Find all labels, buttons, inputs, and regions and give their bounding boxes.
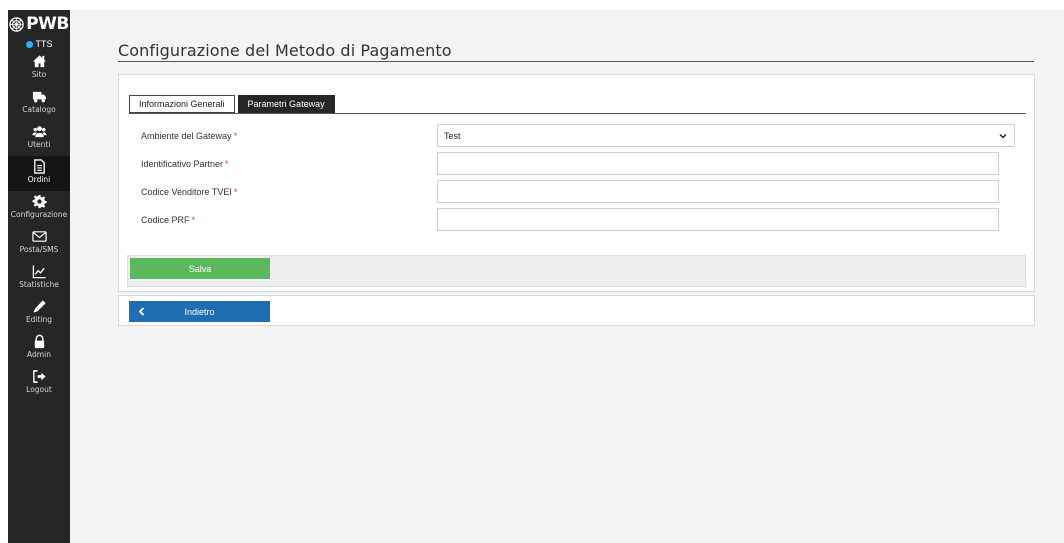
form-actions-bar: Salva: [127, 255, 1026, 287]
users-icon: [31, 126, 47, 138]
field-label: Codice Venditore TVEI: [141, 187, 232, 197]
title-divider: [118, 61, 1034, 62]
pencil-icon: [32, 300, 46, 313]
required-marker: *: [233, 131, 238, 141]
gateway-settings-panel: Informazioni Generali Parametri Gateway …: [118, 74, 1035, 292]
envelope-icon: [31, 231, 47, 242]
brand-logo[interactable]: PWB: [8, 12, 70, 36]
sidebar-item-label: Logout: [26, 385, 52, 394]
sidebar-item-label: Posta/SMS: [19, 245, 59, 254]
logo-emblem-icon: [9, 16, 24, 32]
codice-prf-input[interactable]: [437, 208, 999, 231]
document-icon: [33, 159, 45, 174]
navigation-panel: Indietro: [118, 295, 1035, 326]
page-title: Configurazione del Metodo di Pagamento: [118, 41, 452, 60]
required-marker: *: [233, 187, 238, 197]
sidebar-item-configurazione[interactable]: Configurazione: [8, 191, 70, 226]
site-status[interactable]: TTS: [8, 37, 70, 51]
logout-icon: [32, 370, 46, 383]
save-button[interactable]: Salva: [130, 258, 270, 279]
form-label-identificativo-partner: Identificativo Partner *: [141, 153, 229, 175]
sidebar-item-label: Statistiche: [19, 280, 59, 289]
truck-icon: [32, 91, 46, 103]
main-content: Configurazione del Metodo di Pagamento I…: [70, 10, 1064, 543]
sidebar-item-sito[interactable]: Sito: [8, 51, 70, 86]
lock-icon: [34, 334, 44, 349]
brand-name: PWB: [26, 14, 69, 34]
sidebar-item-catalogo[interactable]: Catalogo: [8, 86, 70, 121]
sidebar-item-label: Sito: [31, 70, 47, 79]
sidebar-item-label: Configurazione: [10, 210, 68, 219]
tab-bar: Informazioni Generali Parametri Gateway: [129, 95, 338, 113]
back-button-label: Indietro: [184, 306, 215, 317]
gear-icon: [31, 194, 47, 209]
required-marker: *: [191, 215, 196, 225]
back-button[interactable]: Indietro: [129, 301, 270, 322]
sidebar-item-logout[interactable]: Logout: [8, 366, 70, 401]
site-status-label: TTS: [35, 39, 53, 49]
codice-venditore-tvei-input[interactable]: [437, 180, 999, 203]
sidebar-item-ordini[interactable]: Ordini: [8, 156, 70, 191]
chevron-down-icon: [999, 133, 1007, 139]
field-label: Identificativo Partner: [141, 159, 224, 169]
sidebar-item-admin[interactable]: Admin: [8, 331, 70, 366]
form-label-codice-venditore-tvei: Codice Venditore TVEI *: [141, 181, 237, 203]
sidebar-item-editing[interactable]: Editing: [8, 296, 70, 331]
field-label: Ambiente del Gateway: [141, 131, 232, 141]
sidebar-item-utenti[interactable]: Utenti: [8, 121, 70, 156]
home-icon: [32, 55, 46, 68]
chart-icon: [32, 265, 46, 279]
sidebar: PWB TTS Sito Catalogo Utenti Ordini Conf…: [8, 10, 70, 543]
sidebar-item-label: Catalogo: [22, 105, 56, 114]
tab-parametri-gateway[interactable]: Parametri Gateway: [237, 95, 335, 113]
required-marker: *: [225, 159, 229, 169]
select-value: Test: [444, 130, 461, 141]
tab-informazioni-generali[interactable]: Informazioni Generali: [129, 95, 235, 113]
sidebar-item-label: Editing: [25, 315, 53, 324]
form-label-codice-prf: Codice PRF *: [141, 209, 195, 231]
tabs-divider: [129, 113, 1026, 114]
identificativo-partner-input[interactable]: [437, 152, 999, 175]
status-dot: [25, 40, 33, 48]
ambiente-gateway-select[interactable]: Test: [437, 124, 1015, 147]
sidebar-item-label: Ordini: [27, 175, 51, 184]
form-label-ambiente-gateway: Ambiente del Gateway *: [141, 125, 237, 147]
sidebar-item-statistiche[interactable]: Statistiche: [8, 261, 70, 296]
field-label: Codice PRF: [141, 215, 190, 225]
sidebar-item-label: Admin: [27, 350, 51, 359]
sidebar-item-posta-sms[interactable]: Posta/SMS: [8, 226, 70, 261]
chevron-left-icon: [133, 307, 149, 316]
sidebar-item-label: Utenti: [27, 140, 51, 149]
